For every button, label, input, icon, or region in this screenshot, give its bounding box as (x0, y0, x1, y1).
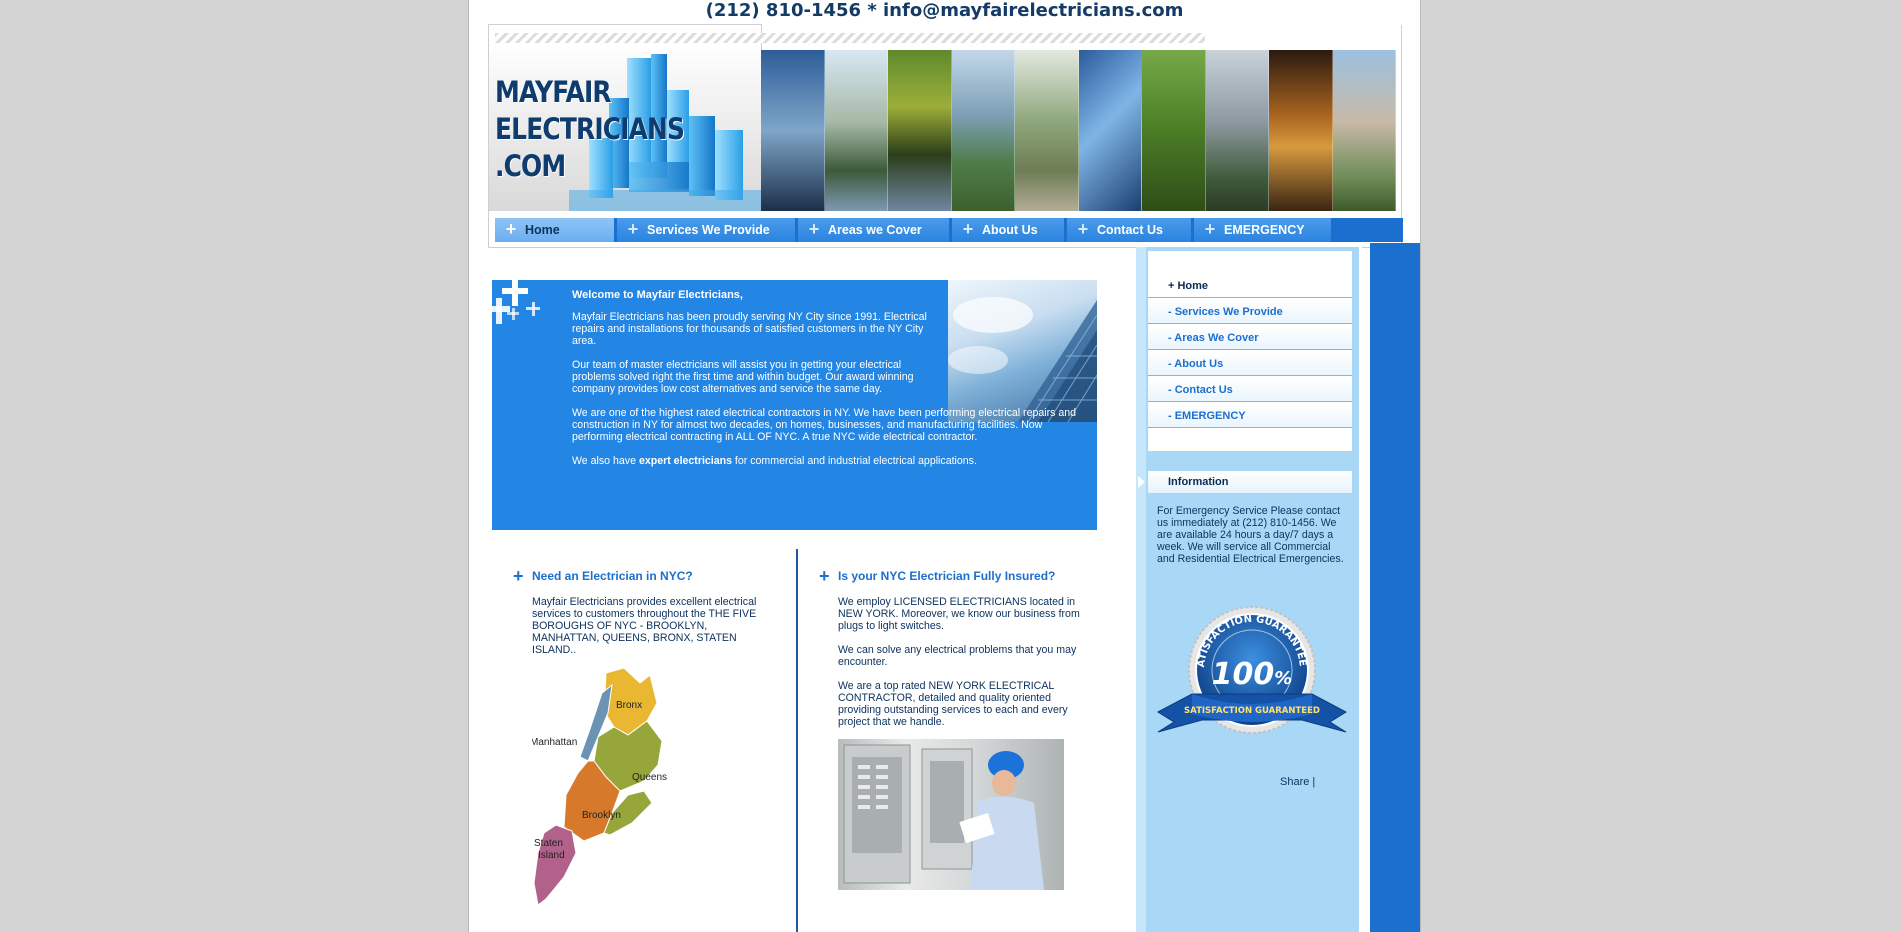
nav-services[interactable]: + Services We Provide (617, 218, 798, 242)
share-link[interactable]: Share | (1280, 776, 1315, 788)
plus-icon: + (808, 219, 820, 239)
nav-areas-label: Areas we Cover (828, 223, 922, 237)
sidebar-stripe (1136, 247, 1146, 932)
insured-heading: + Is your NYC Electrician Fully Insured? (819, 566, 1056, 586)
photo-historic-building (1332, 50, 1396, 211)
sidebar-item-emergency[interactable]: - EMERGENCY (1148, 404, 1352, 428)
header-photo-strip (761, 50, 1396, 211)
information-text: For Emergency Service Please contact us … (1157, 505, 1344, 565)
welcome-title: Welcome to Mayfair Electricians, (572, 289, 743, 301)
nav-contact[interactable]: + Contact Us (1067, 218, 1194, 242)
insured-heading-text: Is your NYC Electrician Fully Insured? (838, 569, 1056, 583)
need-electrician-text: Mayfair Electricians provides excellent … (532, 596, 757, 656)
nav-home[interactable]: + Home (495, 218, 617, 242)
nyc-boroughs-map: Bronx Manhattan Queens Brooklyn Staten I… (532, 667, 667, 906)
expert-electricians-link[interactable]: expert electricians (639, 455, 732, 467)
welcome-text: Welcome to Mayfair Electricians, Mayfair… (572, 289, 1092, 479)
satisfaction-guaranteed-badge: SATISFACTION GUARANTEED 100% SATISFACTIO… (1152, 602, 1348, 734)
nav-emergency[interactable]: + EMERGENCY (1194, 218, 1334, 242)
header-banner: MAYFAIR ELECTRICIANS .COM (488, 24, 1402, 248)
insured-paragraph-2: We can solve any electrical problems tha… (838, 644, 1077, 668)
nav-services-label: Services We Provide (647, 223, 770, 237)
insured-text: We employ LICENSED ELECTRICIANS located … (838, 596, 1083, 740)
email-link[interactable]: info@mayfairelectricians.com (883, 0, 1183, 21)
map-label-manhattan: Manhattan (532, 737, 577, 748)
welcome-p4-end: for commercial and industrial electrical… (731, 455, 977, 467)
plus-icon: + (1077, 219, 1089, 239)
sidebar-item-services[interactable]: - Services We Provide (1148, 300, 1352, 324)
hatch-stripe (495, 33, 1205, 43)
nav-end-cap (1340, 218, 1403, 242)
photo-mountains (951, 50, 1015, 211)
site-logo[interactable]: MAYFAIR ELECTRICIANS .COM (489, 50, 761, 211)
plus-icon: + (627, 219, 639, 239)
photo-park-pond (824, 50, 888, 211)
welcome-box: Welcome to Mayfair Electricians, Mayfair… (492, 280, 1097, 530)
nav-emergency-label: EMERGENCY (1224, 223, 1305, 237)
sidebar-right-edge (1359, 247, 1362, 932)
sidebar-item-contact[interactable]: - Contact Us (1148, 378, 1352, 402)
map-label-staten-1: Staten (534, 838, 563, 849)
sidebar-item-about[interactable]: - About Us (1148, 352, 1352, 376)
photo-night-building (1269, 50, 1333, 211)
plus-icon: + (819, 566, 830, 586)
logo-line-2: ELECTRICIANS (495, 112, 685, 146)
photo-glass-tower (1078, 50, 1142, 211)
photo-trees (1142, 50, 1206, 211)
nav-about[interactable]: + About Us (952, 218, 1067, 242)
seal-percent: % (1274, 668, 1292, 689)
contact-separator: * (861, 0, 884, 21)
plus-icon: + (1204, 219, 1216, 239)
logo-line-1: MAYFAIR (495, 75, 612, 109)
nav-contact-label: Contact Us (1097, 223, 1163, 237)
insured-paragraph-1: We employ LICENSED ELECTRICIANS located … (838, 596, 1080, 632)
map-label-brooklyn: Brooklyn (582, 810, 621, 821)
page-container: (212) 810-1456 * info@mayfairelectrician… (468, 0, 1421, 932)
right-blue-border (1370, 243, 1420, 932)
map-staten-island (533, 824, 577, 906)
electrician-photo-graphic (843, 744, 1044, 890)
seal-number: 100 (1212, 657, 1275, 692)
welcome-paragraph-1: Mayfair Electricians has been proudly se… (572, 311, 927, 347)
column-divider (796, 549, 798, 932)
insured-paragraph-3: We are a top rated NEW YORK ELECTRICAL C… (838, 680, 1068, 728)
electrician-photo (838, 739, 1064, 890)
plus-cluster-icon (492, 280, 540, 324)
phone-number[interactable]: (212) 810-1456 (706, 0, 861, 21)
need-electrician-heading-text: Need an Electrician in NYC? (532, 569, 693, 583)
welcome-paragraph-2: Our team of master electricians will ass… (572, 359, 914, 395)
main-nav: + Home + Services We Provide + Areas we … (495, 218, 1340, 242)
photo-park-path (1015, 50, 1079, 211)
contact-line: (212) 810-1456 * info@mayfairelectrician… (469, 0, 1420, 22)
nav-about-label: About Us (982, 223, 1038, 237)
arrow-right-icon (1138, 476, 1145, 488)
plus-icon: + (962, 219, 974, 239)
logo-text: MAYFAIR ELECTRICIANS .COM (495, 74, 685, 185)
plus-icon: + (505, 219, 517, 239)
need-electrician-heading: + Need an Electrician in NYC? (513, 566, 693, 586)
map-label-staten-2: Island (538, 850, 565, 861)
plus-icon: + (513, 566, 524, 586)
welcome-p4-start: We also have (572, 455, 639, 467)
photo-skyscraper-1 (761, 50, 825, 211)
nav-areas[interactable]: + Areas we Cover (798, 218, 952, 242)
sidebar-menu: + Home - Services We Provide - Areas We … (1148, 251, 1352, 451)
sidebar-item-areas[interactable]: - Areas We Cover (1148, 326, 1352, 350)
photo-forest (888, 50, 952, 211)
sidebar-item-home[interactable]: + Home (1148, 274, 1352, 298)
welcome-paragraph-3: We are one of the highest rated electric… (572, 407, 1077, 443)
information-heading: Information (1148, 471, 1352, 493)
logo-line-3: .COM (495, 149, 566, 183)
photo-skyline (1205, 50, 1269, 211)
welcome-paragraph-4: We also have expert electricians for com… (572, 455, 1092, 467)
seal-ribbon-text: SATISFACTION GUARANTEED (1184, 706, 1320, 716)
map-label-bronx: Bronx (616, 700, 642, 711)
nav-home-label: Home (525, 223, 560, 237)
map-label-queens: Queens (632, 772, 667, 783)
